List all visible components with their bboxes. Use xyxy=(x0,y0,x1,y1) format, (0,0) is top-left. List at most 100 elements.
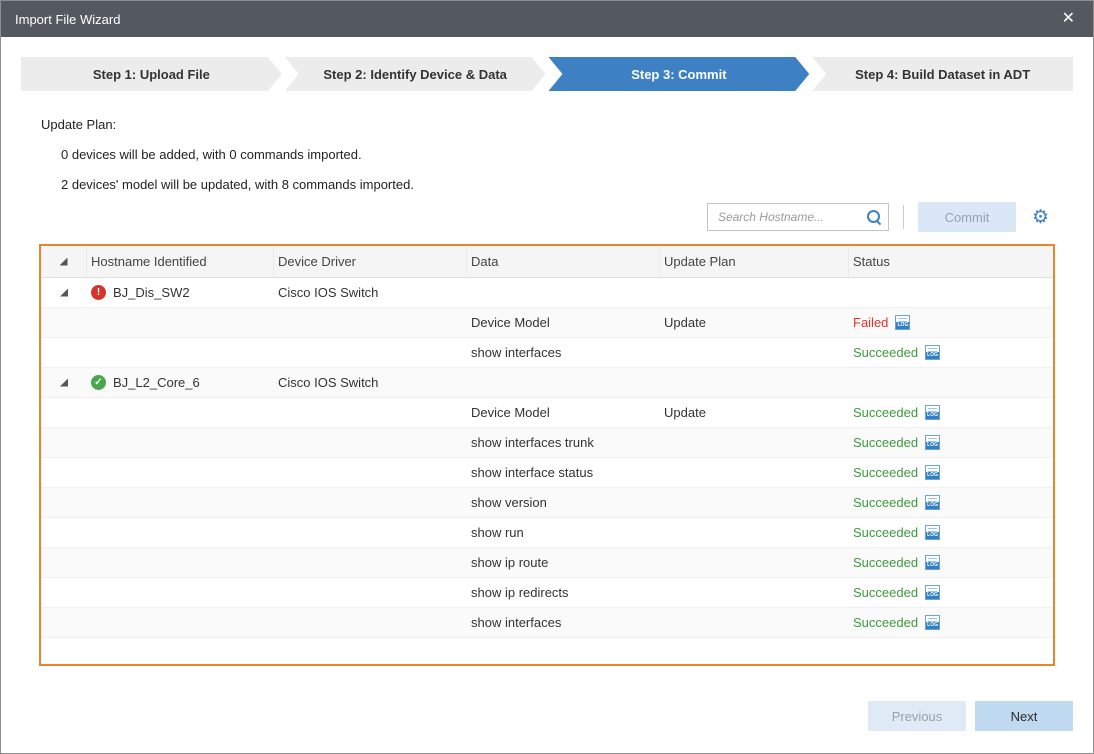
import-result-table: Hostname Identified Device Driver Data U… xyxy=(39,244,1055,666)
data-cell: Device Model xyxy=(467,405,660,420)
command-row[interactable]: Device ModelUpdate Succeeded LOG xyxy=(41,398,1053,428)
command-row[interactable]: show interfacesSucceededLOG xyxy=(41,608,1053,638)
success-icon: ✓ xyxy=(91,375,106,390)
log-icon-label: LOG xyxy=(926,472,939,479)
log-icon[interactable]: LOG xyxy=(925,345,940,360)
search-icon[interactable] xyxy=(866,209,882,225)
header-data: Data xyxy=(467,246,660,277)
gear-icon[interactable]: ⚙ xyxy=(1032,208,1049,227)
status-cell: Succeeded LOG xyxy=(849,435,1053,450)
data-cell: show interfaces xyxy=(467,345,660,360)
import-file-wizard-dialog: Import File Wizard ✕ Step 1: Upload File… xyxy=(0,0,1094,754)
command-row[interactable]: show interfaces Succeeded LOG xyxy=(41,338,1053,368)
data-cell: show ip redirects xyxy=(467,585,660,600)
command-row[interactable]: show version Succeeded LOG xyxy=(41,488,1053,518)
expand-icon[interactable] xyxy=(60,379,68,387)
data-cell: show run xyxy=(467,525,660,540)
status-cell: Succeeded LOG xyxy=(849,585,1053,600)
toolbar: Commit ⚙ xyxy=(41,202,1049,232)
search-input[interactable] xyxy=(716,209,866,225)
log-icon-label: LOG xyxy=(926,442,939,449)
next-button[interactable]: Next xyxy=(975,701,1073,731)
header-device-driver: Device Driver xyxy=(274,246,467,277)
hostname-label: BJ_L2_Core_6 xyxy=(113,375,200,390)
window-title: Import File Wizard xyxy=(15,12,120,27)
log-icon[interactable]: LOG xyxy=(925,615,940,630)
update-plan-line-updated: 2 devices' model will be updated, with 8… xyxy=(61,177,1093,192)
previous-button[interactable]: Previous xyxy=(868,701,966,731)
status-label: Succeeded xyxy=(853,465,918,480)
step-label: Step 4: Build Dataset in ADT xyxy=(855,67,1030,82)
status-cell: Failed LOG xyxy=(849,315,1053,330)
status-cell: Succeeded LOG xyxy=(849,525,1053,540)
collapse-all-icon[interactable] xyxy=(60,258,68,266)
hostname-cell: !BJ_Dis_SW2 xyxy=(87,285,274,300)
update-plan-line-added: 0 devices will be added, with 0 commands… xyxy=(61,147,1093,162)
error-icon: ! xyxy=(91,285,106,300)
update-plan-cell: Update xyxy=(660,405,849,420)
step-4-build-dataset[interactable]: Step 4: Build Dataset in ADT xyxy=(812,57,1073,91)
status-cell: Succeeded LOG xyxy=(849,345,1053,360)
status-label: Succeeded xyxy=(853,525,918,540)
log-icon-label: LOG xyxy=(896,322,909,329)
status-label: Succeeded xyxy=(853,585,918,600)
expand-cell xyxy=(41,289,87,297)
status-label: Succeeded xyxy=(853,615,918,630)
log-icon-label: LOG xyxy=(926,502,939,509)
log-icon[interactable]: LOG xyxy=(925,495,940,510)
status-label: Succeeded xyxy=(853,405,918,420)
data-cell: show ip route xyxy=(467,555,660,570)
step-3-commit[interactable]: Step 3: Commit xyxy=(549,57,810,91)
command-row[interactable]: Device ModelUpdate Failed LOG xyxy=(41,308,1053,338)
toolbar-divider xyxy=(903,205,904,229)
status-label: Failed xyxy=(853,315,888,330)
title-bar: Import File Wizard ✕ xyxy=(1,1,1093,37)
status-label: Succeeded xyxy=(853,435,918,450)
data-cell: Device Model xyxy=(467,315,660,330)
device-driver-cell: Cisco IOS Switch xyxy=(274,375,467,390)
log-icon-label: LOG xyxy=(926,592,939,599)
command-row[interactable]: show ip route Succeeded LOG xyxy=(41,548,1053,578)
status-cell: Succeeded LOG xyxy=(849,615,1053,630)
header-expand-cell[interactable] xyxy=(41,246,87,277)
step-label: Step 2: Identify Device & Data xyxy=(323,67,507,82)
device-row[interactable]: !BJ_Dis_SW2Cisco IOS Switch xyxy=(41,278,1053,308)
log-icon-label: LOG xyxy=(926,532,939,539)
table-body: !BJ_Dis_SW2Cisco IOS SwitchDevice ModelU… xyxy=(41,278,1053,638)
status-label: Succeeded xyxy=(853,555,918,570)
log-icon[interactable]: LOG xyxy=(895,315,910,330)
log-icon[interactable]: LOG xyxy=(925,465,940,480)
command-row[interactable]: show interfaces trunkSucceededLOG xyxy=(41,428,1053,458)
log-icon-label: LOG xyxy=(926,622,939,629)
command-row[interactable]: show interface statusSucceededLOG xyxy=(41,458,1053,488)
expand-cell xyxy=(41,379,87,387)
log-icon[interactable]: LOG xyxy=(925,555,940,570)
log-icon[interactable]: LOG xyxy=(925,435,940,450)
log-icon[interactable]: LOG xyxy=(925,525,940,540)
search-box xyxy=(707,203,889,231)
close-icon[interactable]: ✕ xyxy=(1058,9,1079,29)
step-label: Step 3: Commit xyxy=(631,67,726,82)
status-cell: Succeeded LOG xyxy=(849,495,1053,510)
update-plan-cell: Update xyxy=(660,315,849,330)
header-status: Status xyxy=(849,246,1053,277)
hostname-cell: ✓ BJ_L2_Core_6 xyxy=(87,375,274,390)
update-plan-section: Update Plan: 0 devices will be added, wi… xyxy=(41,117,1093,192)
table-header-row: Hostname Identified Device Driver Data U… xyxy=(41,246,1053,278)
log-icon[interactable]: LOG xyxy=(925,405,940,420)
expand-icon[interactable] xyxy=(60,289,68,297)
log-icon[interactable]: LOG xyxy=(925,585,940,600)
device-row[interactable]: ✓ BJ_L2_Core_6 Cisco IOS Switch xyxy=(41,368,1053,398)
status-cell: Succeeded LOG xyxy=(849,405,1053,420)
status-label: Succeeded xyxy=(853,495,918,510)
log-icon-label: LOG xyxy=(926,352,939,359)
step-2-identify-device-data[interactable]: Step 2: Identify Device & Data xyxy=(285,57,546,91)
step-label: Step 1: Upload File xyxy=(93,67,210,82)
step-1-upload-file[interactable]: Step 1: Upload File xyxy=(21,57,282,91)
status-label: Succeeded xyxy=(853,345,918,360)
commit-button[interactable]: Commit xyxy=(918,202,1016,232)
command-row[interactable]: show run Succeeded LOG xyxy=(41,518,1053,548)
device-driver-cell: Cisco IOS Switch xyxy=(274,285,467,300)
command-row[interactable]: show ip redirects Succeeded LOG xyxy=(41,578,1053,608)
data-cell: show version xyxy=(467,495,660,510)
